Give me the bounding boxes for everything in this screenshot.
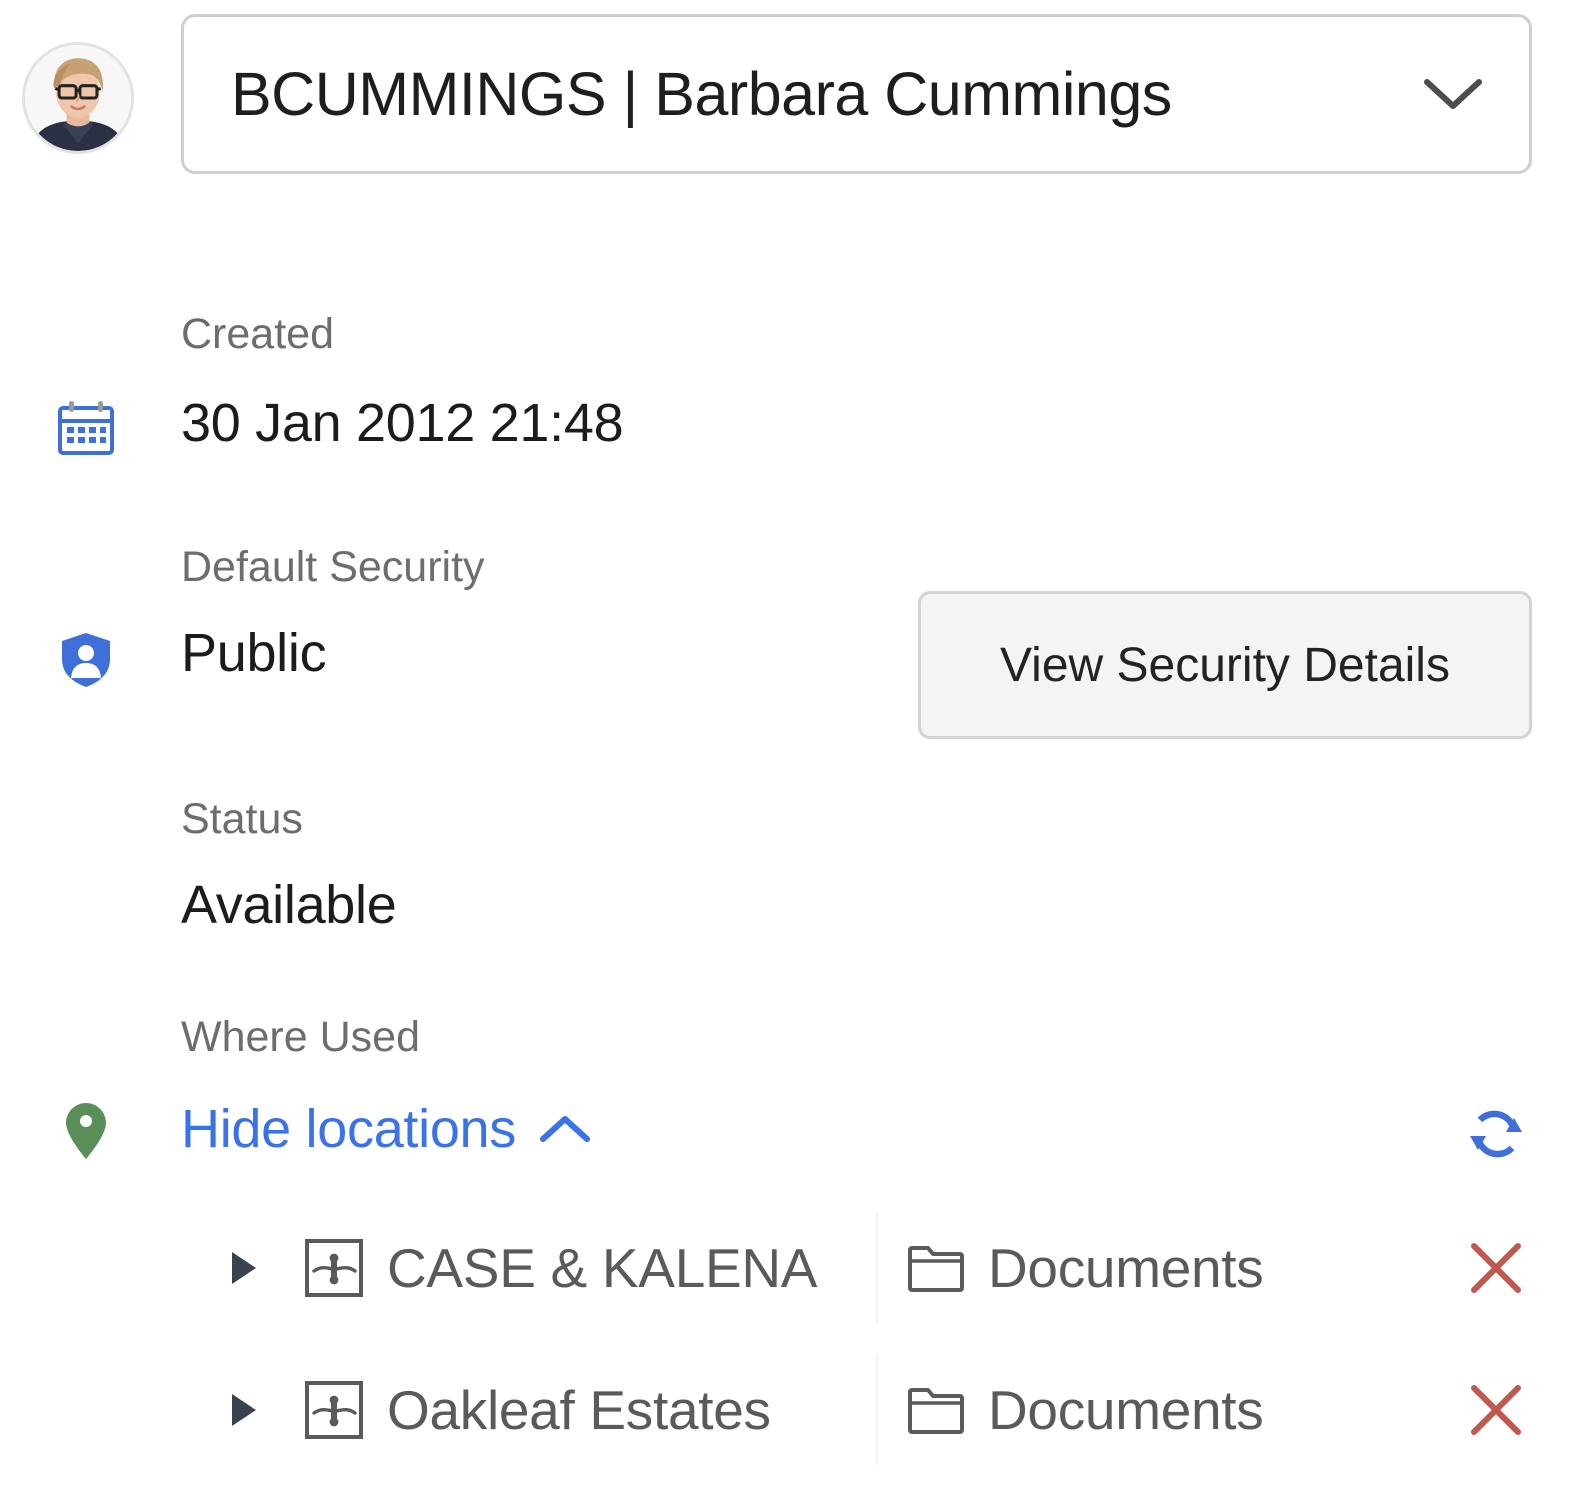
location-project-name: Oakleaf Estates [387, 1378, 771, 1442]
avatar [22, 42, 134, 154]
locations-list: CASE & KALENA Documents [0, 1197, 1572, 1481]
table-row: Oakleaf Estates Documents [0, 1339, 1572, 1481]
hide-locations-toggle[interactable]: Hide locations [181, 1098, 592, 1160]
chevron-up-icon [538, 1112, 592, 1146]
location-pin-icon [62, 1100, 110, 1162]
triangle-right-icon[interactable] [228, 1250, 258, 1286]
where-used-label: Where Used [181, 1013, 420, 1062]
triangle-right-icon[interactable] [228, 1392, 258, 1428]
project-plan-icon [303, 1380, 365, 1440]
folder-icon [906, 1384, 966, 1436]
calendar-icon [55, 398, 117, 460]
column-divider [876, 1355, 878, 1465]
default-security-value: Public [181, 622, 326, 684]
status-label: Status [181, 795, 303, 844]
status-value: Available [181, 874, 396, 936]
location-project[interactable]: Oakleaf Estates [303, 1378, 771, 1442]
close-x-icon[interactable] [1466, 1238, 1526, 1298]
location-folder[interactable]: Documents [906, 1378, 1263, 1442]
user-select[interactable]: BCUMMINGS | Barbara Cummings [181, 14, 1532, 174]
location-folder-name: Documents [988, 1378, 1263, 1442]
location-folder-name: Documents [988, 1236, 1263, 1300]
location-folder[interactable]: Documents [906, 1236, 1263, 1300]
column-divider [876, 1213, 878, 1323]
location-project[interactable]: CASE & KALENA [303, 1236, 817, 1300]
location-project-name: CASE & KALENA [387, 1236, 817, 1300]
folder-icon [906, 1242, 966, 1294]
table-row: CASE & KALENA Documents [0, 1197, 1572, 1339]
view-security-details-label: View Security Details [1000, 638, 1450, 693]
shield-person-icon [55, 628, 117, 690]
default-security-label: Default Security [181, 543, 485, 592]
hide-locations-label: Hide locations [181, 1098, 516, 1160]
view-security-details-button[interactable]: View Security Details [918, 591, 1532, 739]
user-header: BCUMMINGS | Barbara Cummings [0, 0, 1572, 190]
created-value: 30 Jan 2012 21:48 [181, 392, 623, 454]
user-select-value: BCUMMINGS | Barbara Cummings [231, 59, 1172, 129]
chevron-down-icon [1421, 74, 1485, 114]
project-plan-icon [303, 1238, 365, 1298]
refresh-icon[interactable] [1464, 1102, 1528, 1166]
close-x-icon[interactable] [1466, 1380, 1526, 1440]
created-label: Created [181, 310, 334, 359]
